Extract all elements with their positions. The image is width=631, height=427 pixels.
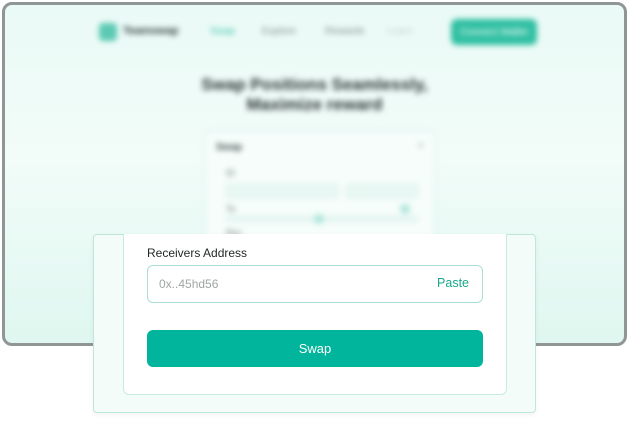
close-icon: × (417, 140, 424, 152)
nav-link-swap: Swap (210, 26, 236, 37)
background-card-label: ID (226, 168, 235, 178)
background-card-title: Swap (216, 142, 243, 153)
background-headline: Swap Positions Seamlessly, Maximize rewa… (5, 75, 624, 115)
receivers-address-label: Receivers Address (147, 246, 248, 260)
nav-connect-button: Connect Wallet (451, 19, 537, 45)
nav-link-explore: Explore (262, 26, 296, 37)
logo-icon (99, 23, 117, 41)
logo-text: Teamswap (123, 25, 179, 37)
nav-link-learn: Learn (387, 26, 413, 37)
nav-link-rewards: Rewards (325, 26, 365, 37)
headline-line-1: Swap Positions Seamlessly, (201, 75, 428, 94)
receivers-address-field[interactable]: Paste (147, 265, 483, 303)
swap-form-panel: Receivers Address Paste Swap (123, 234, 507, 395)
paste-button[interactable]: Paste (437, 276, 469, 290)
swap-form-popup: Receivers Address Paste Swap (93, 234, 536, 413)
background-card-field (226, 184, 338, 198)
headline-line-2: Maximize reward (246, 95, 383, 114)
swap-button[interactable]: Swap (147, 330, 483, 367)
background-card-slider-dot (314, 214, 324, 224)
background-navbar: Teamswap Swap Explore Rewards Learn Conn… (95, 19, 537, 45)
background-card-field (346, 184, 418, 198)
receivers-address-input[interactable] (159, 266, 409, 302)
background-card-toggle (400, 204, 410, 214)
background-card-label: To (226, 204, 236, 214)
